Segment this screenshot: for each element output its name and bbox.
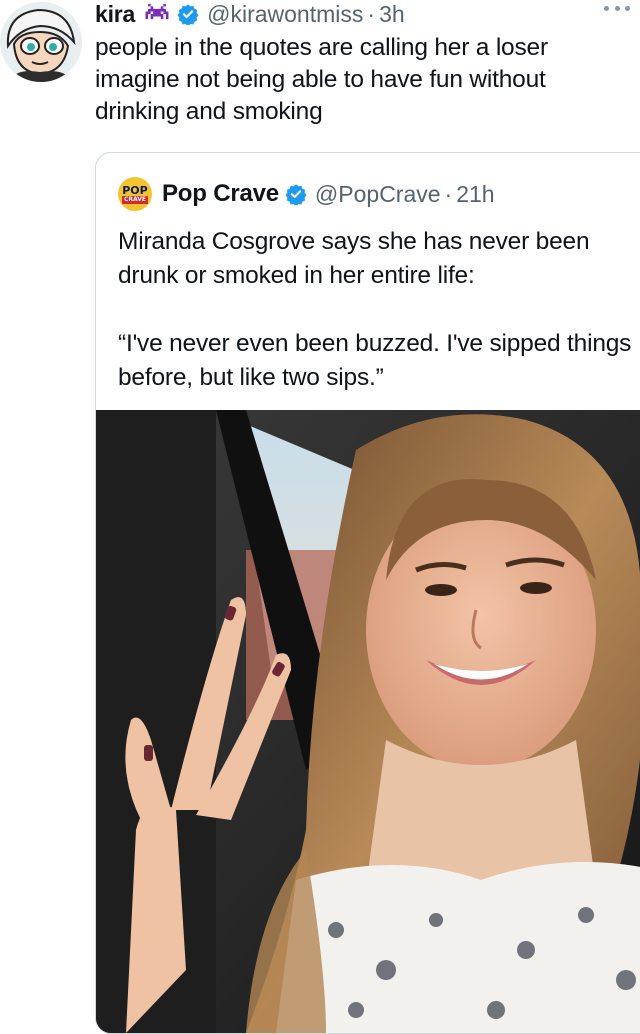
tweet-body: people in the quotes are calling her a l… [95, 34, 548, 125]
logo-text-bottom: CRAVE [121, 195, 148, 204]
author-name[interactable]: kira [95, 1, 135, 28]
separator-dot: · [367, 0, 376, 27]
author-avatar[interactable] [0, 2, 82, 82]
quoted-text-paragraph-2: “I've never even been buzzed. I've sippe… [118, 330, 632, 391]
quoted-tweet-body: Miranda Cosgrove says she has never been… [118, 225, 638, 395]
quoted-author-handle[interactable]: @PopCrave [315, 181, 441, 208]
space-invader-icon [143, 2, 171, 26]
selfie-photo-illustration [96, 410, 640, 1033]
quoted-tweet-header: POP CRAVE Pop Crave @PopCrave · 21h [118, 177, 495, 211]
more-options-icon[interactable] [604, 6, 630, 14]
verified-badge-icon [177, 4, 199, 25]
pop-crave-logo[interactable]: POP CRAVE [118, 177, 152, 211]
quoted-tweet-photo[interactable] [96, 410, 640, 1033]
quoted-tweet-time[interactable]: 21h [456, 181, 494, 208]
separator-dot: · [444, 180, 453, 207]
verified-badge-icon [285, 184, 307, 205]
logo-text-top: POP [122, 183, 148, 197]
quoted-author-name[interactable]: Pop Crave [162, 180, 279, 208]
author-handle[interactable]: @kirawontmiss [207, 1, 363, 28]
quoted-tweet-card[interactable]: POP CRAVE Pop Crave @PopCrave · 21h Mira… [95, 152, 640, 1034]
quoted-text-paragraph-1: Miranda Cosgrove says she has never been… [118, 228, 590, 289]
tweet-time[interactable]: 3h [379, 1, 405, 28]
tweet-header: kira @kirawontmiss · 3h [95, 0, 640, 28]
